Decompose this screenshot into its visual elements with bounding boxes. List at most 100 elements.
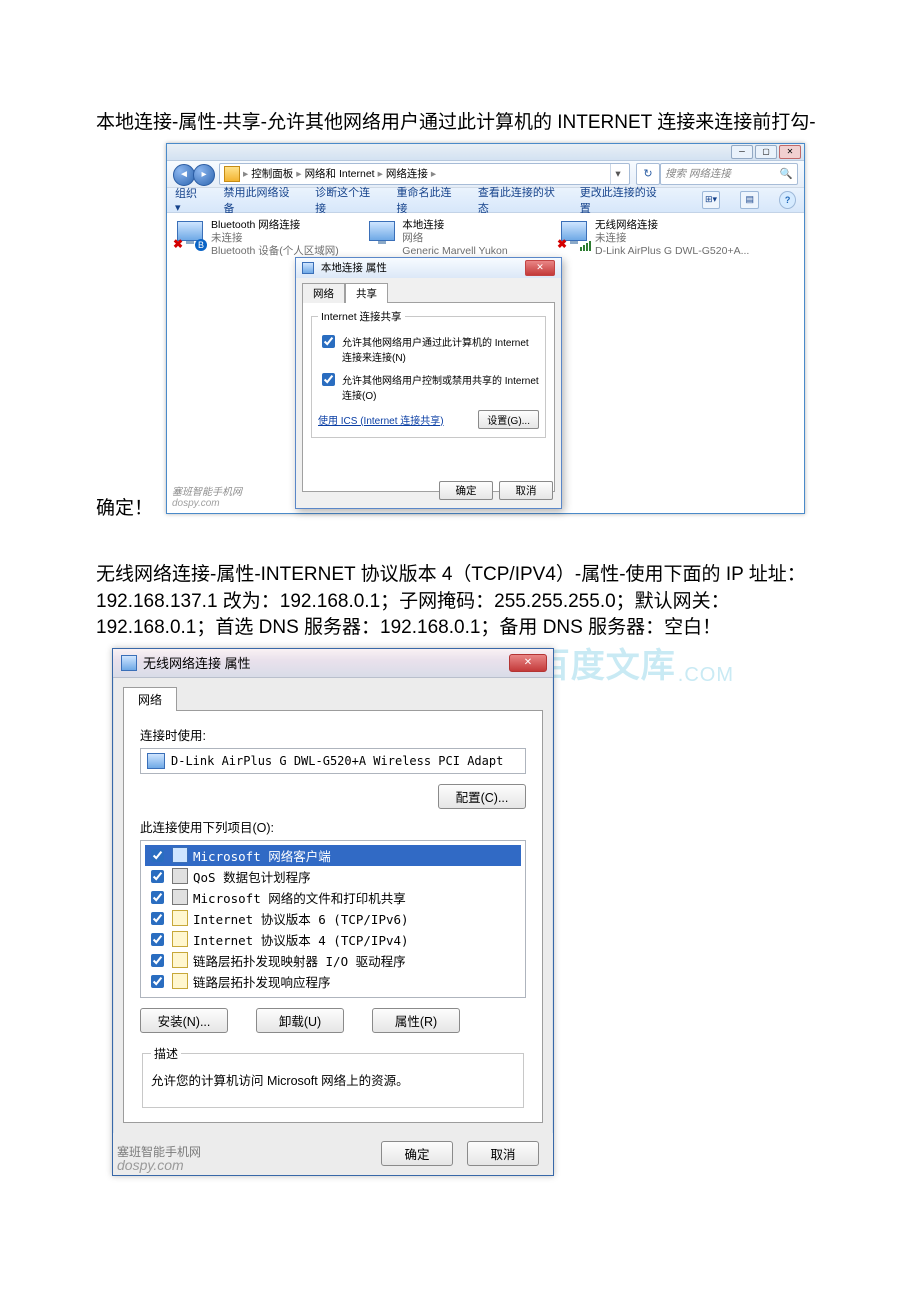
- help-icon[interactable]: ?: [779, 191, 796, 209]
- connection-status: 未连接: [211, 232, 339, 245]
- preview-pane-button[interactable]: ▤: [740, 191, 759, 209]
- watermark: 塞班智能手机网 dospy.com: [172, 483, 242, 509]
- cancel-button[interactable]: 取消: [499, 481, 553, 500]
- uninstall-button[interactable]: 卸载(U): [256, 1008, 344, 1033]
- dialog-icon: [302, 262, 314, 274]
- disconnected-icon: ✖: [173, 237, 183, 251]
- toolbar-changeset[interactable]: 更改此连接的设置: [580, 184, 662, 216]
- install-button[interactable]: 安装(N)...: [140, 1008, 228, 1033]
- item-label: Internet 协议版本 6 (TCP/IPv6): [193, 909, 409, 928]
- back-button[interactable]: ◄: [173, 164, 195, 186]
- toolbar-diagnose[interactable]: 诊断这个连接: [315, 184, 376, 216]
- search-icon: 🔍: [780, 167, 793, 180]
- item-checkbox[interactable]: [151, 975, 164, 988]
- tab-network[interactable]: 网络: [123, 687, 177, 711]
- tab-sharing[interactable]: 共享: [345, 283, 388, 303]
- wlan-connection-icon: ✖: [559, 219, 589, 249]
- item-label: Microsoft 网络客户端: [193, 846, 331, 865]
- watermark-en: dospy.com: [172, 498, 220, 509]
- toolbar-disable[interactable]: 禁用此网络设备: [223, 184, 295, 216]
- bluetooth-connection-icon: ✖ B: [175, 219, 205, 249]
- service-icon: [172, 868, 188, 884]
- bluetooth-icon: B: [195, 239, 207, 251]
- forward-button[interactable]: ▸: [193, 164, 215, 186]
- item-checkbox[interactable]: [151, 912, 164, 925]
- connection-status: 未连接: [595, 232, 749, 245]
- breadcrumb-2[interactable]: 网络和 Internet: [305, 166, 375, 181]
- item-label: QoS 数据包计划程序: [193, 867, 311, 886]
- ok-button[interactable]: 确定: [381, 1141, 453, 1166]
- cancel-button[interactable]: 取消: [467, 1141, 539, 1166]
- paragraph-2: 无线网络连接-属性-INTERNET 协议版本 4（TCP/IPV4）-属性-使…: [96, 564, 806, 638]
- configure-button[interactable]: 配置(C)...: [438, 784, 526, 809]
- connection-name: 无线网络连接: [595, 219, 749, 232]
- ics-help-link[interactable]: 使用 ICS (Internet 连接共享): [318, 412, 444, 427]
- toolbar-rename[interactable]: 重命名此连接: [397, 184, 458, 216]
- address-bar[interactable]: ▸ 控制面板 ▸ 网络和 Internet ▸ 网络连接 ▸ ▾: [219, 163, 630, 185]
- lan-connection-icon: [367, 219, 396, 249]
- tab-network[interactable]: 网络: [302, 283, 345, 303]
- disconnected-icon: ✖: [557, 237, 567, 251]
- baidu-wenku-text: 百度文库: [536, 638, 676, 687]
- item-checkbox[interactable]: [151, 849, 164, 862]
- protocol-icon: [172, 973, 188, 989]
- folder-icon: [224, 166, 240, 182]
- item-label: Microsoft 网络的文件和打印机共享: [193, 888, 406, 907]
- ics-settings-button[interactable]: 设置(G)...: [478, 410, 539, 429]
- description-legend: 描述: [151, 1045, 181, 1062]
- screenshot-network-connections: ─ ▢ ✕ ◄ ▸ ▸ 控制面板 ▸ 网络和 Internet ▸ 网络连接 ▸…: [166, 143, 805, 514]
- connection-bluetooth[interactable]: ✖ B Bluetooth 网络连接 未连接 Bluetooth 设备(个人区域…: [175, 219, 360, 258]
- dialog-title: 无线网络连接 属性: [143, 653, 251, 672]
- maximize-button[interactable]: ▢: [755, 145, 777, 159]
- item-label: 链路层拓扑发现映射器 I/O 驱动程序: [193, 951, 406, 970]
- allow-connect-label: 允许其他网络用户通过此计算机的 Internet 连接来连接(N): [342, 334, 539, 364]
- description-group: 描述 允许您的计算机访问 Microsoft 网络上的资源。: [142, 1045, 524, 1108]
- minimize-button[interactable]: ─: [731, 145, 753, 159]
- list-item[interactable]: Internet 协议版本 6 (TCP/IPv6): [145, 908, 521, 929]
- item-checkbox[interactable]: [151, 933, 164, 946]
- item-checkbox[interactable]: [151, 954, 164, 967]
- protocol-list[interactable]: Microsoft 网络客户端 QoS 数据包计划程序 Microsoft 网络的文…: [140, 840, 526, 998]
- ok-button[interactable]: 确定: [439, 481, 493, 500]
- list-item[interactable]: Microsoft 网络的文件和打印机共享: [145, 887, 521, 908]
- list-item[interactable]: QoS 数据包计划程序: [145, 866, 521, 887]
- item-label: Internet 协议版本 4 (TCP/IPv4): [193, 930, 409, 949]
- list-item[interactable]: 链路层拓扑发现映射器 I/O 驱动程序: [145, 950, 521, 971]
- list-item[interactable]: 链路层拓扑发现响应程序: [145, 971, 521, 992]
- item-checkbox[interactable]: [151, 891, 164, 904]
- search-placeholder: 搜索 网络连接: [665, 166, 731, 181]
- lan-properties-dialog: 本地连接 属性 ✕ 网络 共享 Internet 连接共享 允许其他网络用户通过…: [295, 257, 562, 509]
- adapter-name: D-Link AirPlus G DWL-G520+A Wireless PCI…: [171, 754, 503, 768]
- allow-connect-checkbox[interactable]: [322, 335, 335, 348]
- nic-icon: [147, 753, 165, 769]
- protocol-icon: [172, 952, 188, 968]
- nav-buttons: ◄ ▸: [173, 164, 213, 184]
- search-input[interactable]: 搜索 网络连接 🔍: [660, 163, 798, 185]
- refresh-button[interactable]: ↻: [636, 163, 660, 185]
- items-label: 此连接使用下列项目(O):: [140, 817, 526, 836]
- dialog-close-button[interactable]: ✕: [525, 260, 555, 276]
- dialog-close-button[interactable]: ✕: [509, 654, 547, 672]
- description-text: 允许您的计算机访问 Microsoft 网络上的资源。: [151, 1070, 515, 1089]
- list-item[interactable]: Microsoft 网络客户端: [145, 845, 521, 866]
- view-mode-button[interactable]: ⊞▾: [702, 191, 721, 209]
- properties-button[interactable]: 属性(R): [372, 1008, 460, 1033]
- allow-control-label: 允许其他网络用户控制或禁用共享的 Internet 连接(O): [342, 372, 539, 402]
- toolbar-viewstatus[interactable]: 查看此连接的状态: [478, 184, 560, 216]
- protocol-icon: [172, 931, 188, 947]
- connection-wlan[interactable]: ✖ 无线网络连接 未连接 D-Link AirPlus G DWL-G520+A…: [559, 219, 789, 258]
- list-item[interactable]: Internet 协议版本 4 (TCP/IPv4): [145, 929, 521, 950]
- baidu-wenku-com: .COM: [678, 664, 734, 687]
- watermark-cn: 塞班智能手机网: [172, 487, 242, 498]
- client-icon: [172, 847, 188, 863]
- close-button[interactable]: ✕: [779, 145, 801, 159]
- item-checkbox[interactable]: [151, 870, 164, 883]
- breadcrumb-3[interactable]: 网络连接: [386, 166, 428, 181]
- dialog-title: 本地连接 属性: [321, 262, 387, 274]
- breadcrumb-1[interactable]: 控制面板: [251, 166, 293, 181]
- allow-control-checkbox[interactable]: [322, 373, 335, 386]
- service-icon: [172, 889, 188, 905]
- toolbar-organize[interactable]: 组织 ▾: [175, 185, 203, 214]
- screenshot-wlan-properties: 无线网络连接 属性 ✕ 网络 连接时使用: D-Link AirPlus G D…: [112, 648, 554, 1176]
- address-dropdown[interactable]: ▾: [610, 164, 625, 184]
